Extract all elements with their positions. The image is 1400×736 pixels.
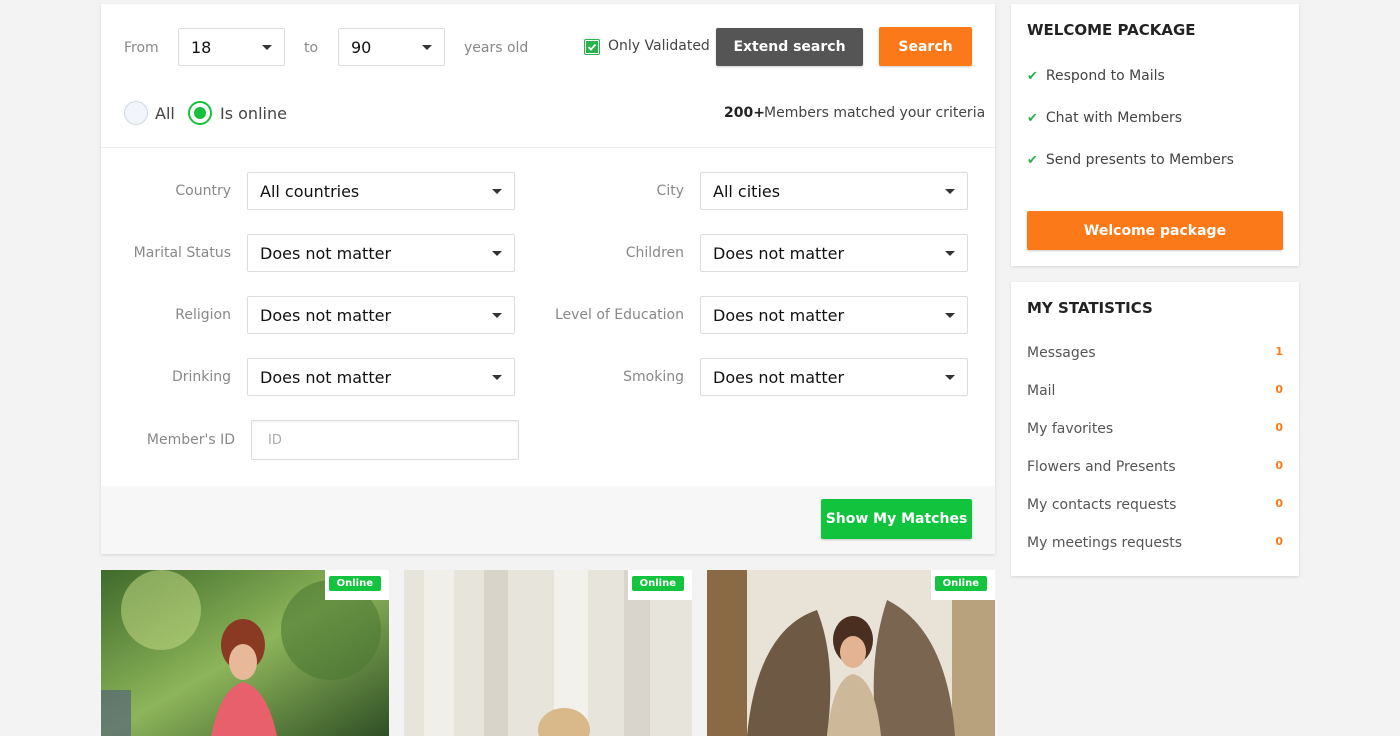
stat-label: Mail [1027, 383, 1056, 399]
country-select[interactable]: All countries [247, 172, 515, 210]
stat-label: Flowers and Presents [1027, 459, 1176, 475]
chevron-down-icon [262, 44, 272, 50]
checkmark-icon: ✔ [1027, 152, 1038, 168]
stat-label: My meetings requests [1027, 535, 1183, 551]
member-id-input[interactable] [251, 420, 519, 460]
check-icon [586, 41, 598, 53]
city-select[interactable]: All cities [700, 172, 968, 210]
profile-card[interactable]: Online [404, 570, 692, 736]
marital-status-label: Marital Status [133, 245, 231, 261]
stat-row[interactable]: My meetings requests 0 [1027, 535, 1283, 551]
country-label: Country [175, 183, 231, 199]
religion-label: Religion [175, 307, 231, 323]
profile-card[interactable]: Online [101, 570, 389, 736]
chevron-down-icon [492, 250, 502, 256]
welcome-package-button[interactable]: Welcome package [1027, 211, 1283, 250]
divider [101, 147, 995, 148]
chevron-down-icon [945, 374, 955, 380]
age-from-select[interactable]: 18 [178, 28, 285, 66]
checkmark-icon: ✔ [1027, 110, 1038, 126]
chevron-down-icon [492, 312, 502, 318]
online-badge: Online [934, 576, 987, 591]
stat-row[interactable]: Messages 1 [1027, 345, 1283, 361]
feature-item: ✔ Respond to Mails [1027, 68, 1165, 84]
from-label: From [124, 40, 159, 56]
chevron-down-icon [945, 312, 955, 318]
drinking-value: Does not matter [260, 367, 392, 387]
feature-item: ✔ Send presents to Members [1027, 152, 1234, 168]
city-label: City [656, 183, 684, 199]
stat-value: 0 [1275, 459, 1283, 472]
chevron-down-icon [945, 250, 955, 256]
online-badge: Online [631, 576, 684, 591]
feature-label: Chat with Members [1045, 110, 1183, 126]
radio-all[interactable] [124, 101, 148, 125]
feature-label: Send presents to Members [1045, 152, 1234, 168]
radio-is-online-label: Is online [220, 104, 287, 123]
education-select[interactable]: Does not matter [700, 296, 968, 334]
age-from-value: 18 [191, 37, 212, 57]
years-old-label: years old [464, 40, 529, 56]
extend-search-button[interactable]: Extend search [716, 28, 863, 66]
only-validated-label: Only Validated [608, 38, 710, 54]
stat-row[interactable]: Flowers and Presents 0 [1027, 459, 1283, 475]
city-value: All cities [713, 181, 781, 201]
stat-value: 1 [1275, 345, 1283, 358]
religion-value: Does not matter [260, 305, 392, 325]
stat-value: 0 [1275, 383, 1283, 396]
stat-label: My favorites [1027, 421, 1114, 437]
smoking-value: Does not matter [713, 367, 845, 387]
stat-row[interactable]: My contacts requests 0 [1027, 497, 1283, 513]
welcome-package-title: WELCOME PACKAGE [1027, 21, 1196, 39]
online-badge: Online [328, 576, 381, 591]
stat-row[interactable]: My favorites 0 [1027, 421, 1283, 437]
smoking-select[interactable]: Does not matter [700, 358, 968, 396]
drinking-label: Drinking [171, 369, 231, 385]
only-validated-checkbox[interactable] [584, 39, 600, 55]
education-value: Does not matter [713, 305, 845, 325]
chevron-down-icon [492, 374, 502, 380]
children-label: Children [625, 245, 684, 261]
welcome-package-panel: WELCOME PACKAGE ✔ Respond to Mails ✔ Cha… [1011, 4, 1299, 266]
smoking-label: Smoking [623, 369, 684, 385]
profile-card[interactable]: Online [707, 570, 995, 736]
stat-label: My contacts requests [1027, 497, 1177, 513]
to-label: to [304, 40, 319, 56]
stat-value: 0 [1275, 421, 1283, 434]
education-label: Level of Education [554, 307, 684, 323]
matched-count: 200+ [724, 105, 765, 121]
children-select[interactable]: Does not matter [700, 234, 968, 272]
search-panel: From 18 to 90 years old Only Validated E… [101, 4, 995, 554]
stat-value: 0 [1275, 497, 1283, 510]
country-value: All countries [260, 181, 360, 201]
feature-label: Respond to Mails [1045, 68, 1165, 84]
member-id-label: Member's ID [146, 432, 235, 448]
radio-is-online[interactable] [188, 101, 212, 125]
my-statistics-panel: MY STATISTICS Messages 1 Mail 0 My favor… [1011, 282, 1299, 576]
chevron-down-icon [422, 44, 432, 50]
matched-text: Members matched your criteria [764, 105, 986, 121]
chevron-down-icon [945, 188, 955, 194]
drinking-select[interactable]: Does not matter [247, 358, 515, 396]
search-button[interactable]: Search [879, 27, 972, 66]
marital-status-value: Does not matter [260, 243, 392, 263]
radio-all-label: All [155, 104, 175, 123]
marital-status-select[interactable]: Does not matter [247, 234, 515, 272]
checkmark-icon: ✔ [1027, 68, 1038, 84]
show-my-matches-button[interactable]: Show My Matches [821, 499, 972, 539]
my-statistics-title: MY STATISTICS [1027, 299, 1153, 317]
age-to-value: 90 [351, 37, 372, 57]
stat-row[interactable]: Mail 0 [1027, 383, 1283, 399]
feature-item: ✔ Chat with Members [1027, 110, 1182, 126]
stat-label: Messages [1027, 345, 1096, 361]
age-to-select[interactable]: 90 [338, 28, 445, 66]
children-value: Does not matter [713, 243, 845, 263]
religion-select[interactable]: Does not matter [247, 296, 515, 334]
chevron-down-icon [492, 188, 502, 194]
stat-value: 0 [1275, 535, 1283, 548]
